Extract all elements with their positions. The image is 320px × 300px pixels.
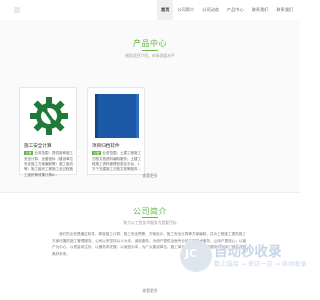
watermark-title: 自动秒收录: [214, 244, 282, 260]
product-card-description: 公告 业务范围：土建工程施工归档文档资料编制服务；土建工程施工资料管理信息化平台，…: [92, 151, 141, 173]
product-card-title: 项目归档软件: [92, 144, 120, 149]
top-header: 首页 公司简介 公司动态 产品中心 联系我们 联系我们: [0, 0, 300, 20]
watermark-subtitle: 数上链接 → 来访一次 → 自动收录: [214, 261, 307, 268]
products-title: 产品中心: [133, 39, 167, 48]
about-title: 公司简介: [133, 207, 167, 216]
product-card-title: 施工安全计算: [24, 144, 52, 149]
nav-item-about[interactable]: 公司简介: [173, 0, 198, 20]
nav-item-contact-2[interactable]: 联系我们: [272, 0, 297, 20]
about-subtitle: 致力以工程技术服务为首要目标: [123, 220, 177, 225]
product-card-archive-software[interactable]: 项目归档软件 公告 业务范围：土建工程施工归档文档资料编制服务；土建工程施工资料管…: [87, 87, 145, 175]
watermark-overlay: JC 自动秒收录 数上链接 → 来访一次 → 自动收录: [180, 234, 307, 280]
product-card-safety-calc[interactable]: 施工安全计算 公告 业务范围：提供各种施工安全计算、全套投标（建设单位安全施工方案…: [19, 87, 77, 177]
main-nav: 首页 公司简介 公司动态 产品中心 联系我们 联系我们: [157, 0, 300, 20]
product-card-tag: 公告: [24, 151, 34, 156]
product-card-tag: 公告: [92, 151, 102, 156]
products-section: 产品中心 服务项目介绍，市场发展水平 施工安全计算 公告 业务范围：提供各种施工…: [0, 20, 300, 192]
products-subtitle: 服务项目介绍，市场发展水平: [125, 53, 175, 58]
products-title-divider: [142, 50, 158, 51]
watermark-logo-letters: JC: [185, 247, 198, 260]
about-more-link[interactable]: 查看更多: [0, 288, 300, 294]
nav-item-news[interactable]: 公司动态: [198, 0, 223, 20]
nav-item-products[interactable]: 产品中心: [223, 0, 248, 20]
blue-book-icon: [95, 94, 139, 138]
products-more-link[interactable]: 查看更多: [0, 173, 300, 179]
about-title-divider: [142, 217, 158, 218]
gear-wrench-icon: [30, 97, 68, 135]
nav-item-contact[interactable]: 联系我们: [248, 0, 273, 20]
section-divider: [0, 192, 300, 193]
site-logo[interactable]: [14, 7, 20, 13]
nav-item-home[interactable]: 首页: [157, 0, 174, 20]
